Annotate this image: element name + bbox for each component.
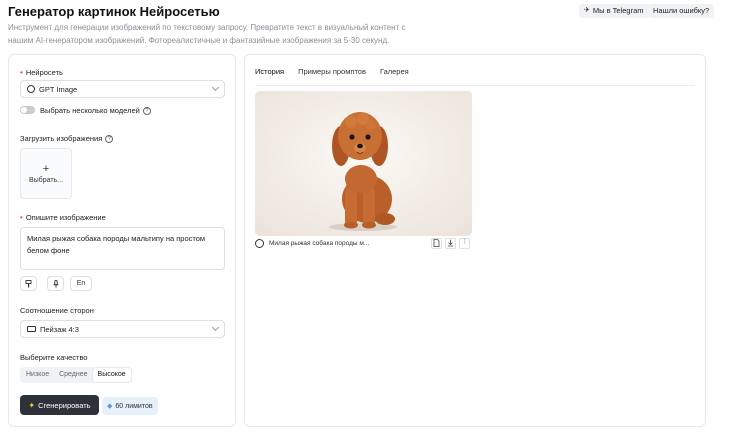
multi-models-label: Выбрать несколько моделей ? (40, 106, 151, 115)
telegram-label: Мы в Telegram (592, 6, 644, 15)
more-icon[interactable]: ⋮ (459, 238, 470, 249)
required-marker: • (20, 213, 23, 222)
model-field-label: • Нейросеть (20, 68, 63, 77)
image-actions: ⋮ (431, 238, 470, 249)
page-title: Генератор картинок Нейросетью (8, 4, 220, 19)
image-caption: Милая рыжая собака породы м... (255, 239, 369, 248)
style-brush-button[interactable] (20, 276, 37, 291)
upload-field-label: Загрузить изображения ? (20, 134, 114, 143)
generate-button-label: Сгенерировать (38, 400, 91, 410)
aspect-landscape-icon (27, 326, 36, 332)
tab-prompt-examples[interactable]: Примеры промптов (298, 67, 366, 86)
model-label-text: Нейросеть (25, 68, 63, 77)
quality-option-high[interactable]: Высокое (92, 368, 131, 382)
sparkle-icon: ✦ (28, 400, 36, 410)
help-icon[interactable]: ? (105, 134, 114, 143)
model-select[interactable]: GPT Image (20, 80, 225, 98)
upload-image-button[interactable]: + Выбрать... (20, 148, 72, 199)
chevron-down-icon (211, 83, 220, 92)
page-header: Генератор картинок Нейросетью Инструмент… (8, 4, 743, 45)
limits-label: 60 лимитов (115, 402, 153, 410)
upload-button-label: Выбрать... (28, 176, 64, 184)
aspect-select[interactable]: Пейзаж 4:3 (20, 320, 225, 338)
limits-badge: ◆ 60 лимитов (102, 397, 158, 415)
document-icon[interactable] (431, 238, 442, 249)
results-panel: История Примеры промптов Галерея Милая р… (244, 54, 706, 427)
brush-icon (25, 279, 32, 287)
telegram-button[interactable]: ✈ Мы в Telegram (579, 4, 649, 18)
prompt-textarea[interactable]: Милая рыжая собака породы мальтипу на пр… (20, 227, 225, 270)
telegram-icon: ✈ (584, 7, 590, 14)
multi-models-toggle[interactable] (20, 106, 35, 114)
image-caption-text: Милая рыжая собака породы м... (269, 240, 370, 247)
page-description: Инструмент для генерации изображений по … (8, 23, 406, 45)
microphone-icon (52, 279, 59, 288)
tabs-divider (255, 85, 695, 86)
aspect-field-label: Соотношение сторон (20, 306, 94, 315)
aspect-select-value: Пейзаж 4:3 (40, 324, 79, 334)
describe-field-label: • Опишите изображение (20, 213, 106, 222)
openai-logo-icon (27, 85, 35, 93)
tab-history[interactable]: История (255, 67, 285, 86)
settings-panel: • Нейросеть GPT Image Выбрать несколько … (8, 54, 236, 427)
voice-input-button[interactable] (47, 276, 64, 291)
help-icon[interactable]: ? (142, 106, 151, 115)
quality-segmented-control: Низкое Среднее Высокое (20, 367, 132, 383)
upload-label-text: Загрузить изображения (20, 134, 103, 143)
diamond-icon: ◆ (107, 403, 113, 410)
chevron-down-icon (211, 323, 220, 332)
quality-option-medium[interactable]: Среднее (54, 368, 92, 382)
tab-gallery[interactable]: Галерея (380, 67, 409, 86)
openai-logo-icon (255, 239, 264, 248)
download-icon[interactable] (445, 238, 456, 249)
results-tabs: История Примеры промптов Галерея (255, 67, 409, 86)
describe-label-text: Опишите изображение (25, 213, 106, 222)
generate-button[interactable]: ✦ Сгенерировать (20, 395, 99, 415)
report-error-button[interactable]: Нашли ошибку? (648, 4, 715, 18)
translate-button[interactable]: En (70, 276, 92, 291)
required-marker: • (20, 68, 23, 77)
multi-models-text: Выбрать несколько моделей (40, 106, 140, 115)
model-select-value: GPT Image (39, 84, 78, 94)
quality-option-low[interactable]: Низкое (21, 368, 54, 382)
dog-illustration (255, 91, 472, 236)
plus-icon: + (42, 162, 50, 175)
quality-field-label: Выберите качество (20, 353, 88, 362)
generated-image[interactable] (255, 91, 472, 236)
